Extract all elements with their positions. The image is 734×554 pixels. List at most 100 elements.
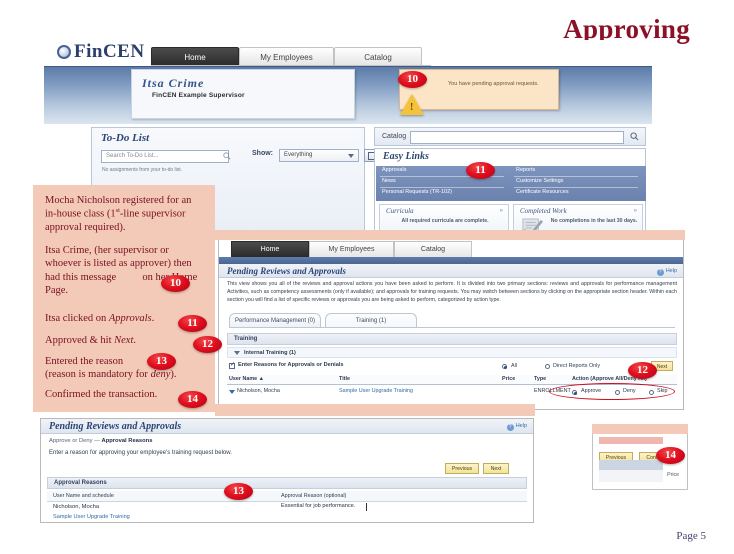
column-user-name-schedule: User Name and schedule <box>53 493 114 499</box>
confirm-price-label: Price <box>667 472 679 478</box>
narration-bleed-strip <box>215 404 535 416</box>
callout-badge-13-reason: 13 <box>224 483 253 500</box>
row-user-name: Nicholson, Mocha <box>237 388 280 394</box>
help-link[interactable]: ? Help <box>656 268 677 276</box>
column-user-name[interactable]: User Name ▲ <box>229 376 264 382</box>
approval-reasons-screenshot: Pending Reviews and Approvals ? Help Appr… <box>40 418 534 523</box>
narration-line-5d: ). <box>170 369 177 381</box>
easy-link-customize-settings[interactable]: Customize Settings <box>516 178 563 184</box>
narration-line-4a: Approved & hit <box>45 335 115 346</box>
help-label: Help <box>665 268 677 274</box>
callout-badge-14-confirm: 14 <box>656 447 685 464</box>
narration-bleed-strip-top <box>215 230 685 240</box>
narration-emphasis-next: Next <box>114 335 134 346</box>
narration-line-4c: . <box>133 335 136 346</box>
pending-reviews-screenshot: Home My Employees Catalog Pending Review… <box>218 238 684 410</box>
column-price[interactable]: Price <box>502 376 515 382</box>
callout-badge-14-narration: 14 <box>178 391 207 408</box>
nav-tab-my-employees[interactable]: My Employees <box>239 47 334 66</box>
narration-line-5a: Entered the reason <box>45 356 124 367</box>
training-section-label: Training <box>234 336 258 342</box>
pending-header: Pending Reviews and Approvals ? Help <box>219 264 683 278</box>
approval-reasons-section-header: Approval Reasons <box>47 477 527 489</box>
column-title[interactable]: Title <box>339 376 350 382</box>
help-icon: ? <box>506 424 514 431</box>
tab-training[interactable]: Training (1) <box>325 313 417 327</box>
curricula-card-title: Curricula <box>386 207 414 215</box>
next-button[interactable]: Next <box>483 463 509 474</box>
curricula-card-body: All required curricula are complete. <box>401 218 489 224</box>
narration-paragraph-1: Mocha Nicholson registered for an in-hou… <box>45 194 205 235</box>
nav-tab-home[interactable]: Home <box>231 241 309 257</box>
nav-tab-catalog[interactable]: Catalog <box>394 241 472 257</box>
catalog-label: Catalog <box>382 133 407 140</box>
chevron-right-icon[interactable]: » <box>634 208 637 214</box>
row-title-link[interactable]: Sample User Upgrade Training <box>339 388 413 394</box>
text-caret <box>366 503 367 511</box>
row-expand-icon[interactable] <box>229 390 235 394</box>
search-icon[interactable] <box>630 132 639 141</box>
home-nav-tabs: Home My Employees Catalog <box>151 47 431 66</box>
help-link[interactable]: ? Help <box>506 423 527 431</box>
enter-reasons-checkbox[interactable] <box>229 361 235 369</box>
easy-links-panel: Easy Links Approvals News Personal Reque… <box>374 148 646 240</box>
narration-emphasis-deny: deny <box>150 369 171 381</box>
column-type[interactable]: Type <box>534 376 546 382</box>
narration-panel: Mocha Nicholson registered for an in-hou… <box>33 185 215 410</box>
callout-badge-12-narration: 12 <box>193 336 222 353</box>
help-icon: ? <box>656 269 664 276</box>
previous-button[interactable]: Previous <box>445 463 479 474</box>
easy-link-personal-requests[interactable]: Personal Requests (TR-102) <box>382 189 452 195</box>
todo-show-value: Everything <box>284 152 313 158</box>
training-section-header: Training <box>227 333 677 345</box>
warning-exclamation-icon: ! <box>410 102 414 113</box>
narration-line-5b: (reason is mandatory for <box>45 369 151 381</box>
reasons-breadcrumb: Approve or Deny — Approval Reasons <box>49 438 152 444</box>
tab-performance-management[interactable]: Performance Management (0) <box>229 313 321 327</box>
easy-link-news[interactable]: News <box>382 178 396 184</box>
easy-link-reports[interactable]: Reports <box>516 167 535 173</box>
easy-links-title: Easy Links <box>383 151 429 162</box>
easy-link-cert-resources[interactable]: Certificate Resources <box>516 189 569 195</box>
breadcrumb-current: Approval Reasons <box>101 438 153 444</box>
easy-link-approvals[interactable]: Approvals <box>382 167 406 173</box>
fincen-logo: FinCEN <box>57 41 145 63</box>
divider <box>514 176 638 177</box>
enter-reasons-label: Enter Reasons for Approvals or Denials <box>238 362 344 368</box>
callout-badge-10-narration: 10 <box>161 275 190 292</box>
filter-direct-reports-radio[interactable] <box>545 364 550 369</box>
confirm-grey-band <box>599 460 663 470</box>
nav-tab-catalog[interactable]: Catalog <box>334 47 422 66</box>
column-approval-reason: Approval Reason (optional) <box>281 493 347 499</box>
todo-search-input[interactable]: Search To-Do List... <box>101 150 229 163</box>
fincen-seal-icon <box>57 45 71 59</box>
divider <box>514 187 638 188</box>
alert-message: You have pending approval requests. <box>448 81 539 87</box>
help-label: Help <box>515 423 527 429</box>
nav-tab-my-employees[interactable]: My Employees <box>309 241 394 257</box>
breadcrumb-prefix: Approve or Deny — <box>49 438 102 444</box>
user-info-box: Itsa Crime FinCEN Example Supervisor <box>131 69 355 119</box>
reasons-row-course[interactable]: Sample User Upgrade Training <box>53 514 130 520</box>
approval-reason-input[interactable]: Essential for job performance. <box>281 503 461 513</box>
easy-links-body: Approvals News Personal Requests (TR-102… <box>376 166 646 201</box>
todo-list-title: To-Do List <box>101 132 150 144</box>
filter-all-radio[interactable] <box>502 364 507 369</box>
confirm-white-band <box>599 470 663 482</box>
pending-title: Pending Reviews and Approvals <box>227 266 346 276</box>
catalog-search-bar: Catalog <box>374 127 646 146</box>
chevron-right-icon[interactable]: » <box>500 208 503 214</box>
nav-tab-home[interactable]: Home <box>151 47 239 66</box>
todo-show-select[interactable]: Everything <box>279 149 359 162</box>
narration-paragraph-5: Entered the reason (reason is mandatory … <box>45 355 205 382</box>
narration-line-2a: Itsa Crime, (her supervisor or <box>45 245 169 256</box>
pending-description: This view shows you all of the reviews a… <box>227 281 677 303</box>
catalog-search-input[interactable] <box>410 131 624 144</box>
divider <box>380 187 504 188</box>
chevron-down-icon <box>348 154 354 158</box>
approval-options-row: Enter Reasons for Approvals or Denials A… <box>227 361 677 373</box>
chevron-down-icon <box>234 351 240 355</box>
reasons-title: Pending Reviews and Approvals <box>49 421 182 432</box>
completed-work-card-title: Completed Work <box>520 207 567 215</box>
internal-training-row[interactable]: Internal Training (1) <box>227 347 677 358</box>
